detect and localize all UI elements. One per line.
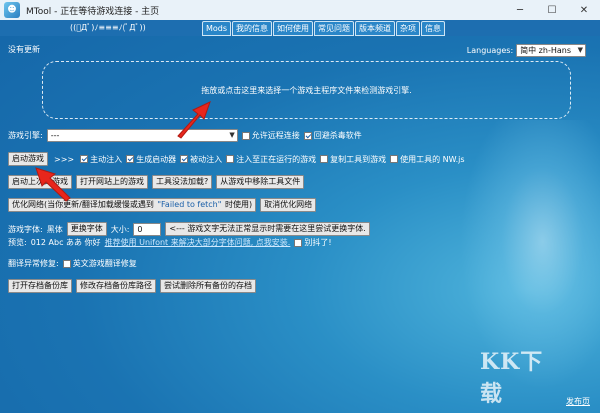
watermark-logo: KK下载 xyxy=(480,349,544,407)
repair-row: 翻译异常修复: 英文游戏翻译修复 xyxy=(8,258,137,269)
minimize-icon[interactable]: ─ xyxy=(504,0,536,20)
game-file-dropzone[interactable]: 拖放或点击这里来选择一个游戏主程序文件来检测游戏引擎. xyxy=(42,61,571,119)
preview-row: 预览: 012 Abc ああ 你好 推荐使用 Unifont 来解决大部分字体问… xyxy=(8,237,332,248)
preview-sample: 012 Abc ああ 你好 xyxy=(30,238,101,247)
generate-launcher-label: 生成启动器 xyxy=(136,154,177,164)
optimize-prefix: 优化网络(当你更新/翻译加载缓慢或遇到 xyxy=(12,200,154,209)
kaomoji-banner: ((ﾟДﾟ)ﾉ≡≡≡ﾉ(ﾟДﾟ)) xyxy=(70,23,146,32)
avoid-antivirus-checkbox[interactable]: 回避杀毒软件 xyxy=(303,130,362,141)
open-backup-button[interactable]: 打开存档备份库 xyxy=(8,279,72,293)
update-status: 没有更新 xyxy=(8,45,40,54)
stop-shaking-label: 别抖了! xyxy=(304,238,332,247)
font-label: 游戏字体: xyxy=(8,224,43,234)
active-inject-label: 主动注入 xyxy=(90,154,123,164)
checkbox-box[interactable] xyxy=(80,155,89,163)
tab-info[interactable]: 信息 xyxy=(421,21,446,36)
english-repair-checkbox[interactable]: 英文游戏翻译修复 xyxy=(62,258,137,269)
tab-mods[interactable]: Mods xyxy=(202,21,232,36)
language-picker: Languages: 简中 zh-Hans ▼ xyxy=(467,44,586,57)
tab-bar: ((ﾟДﾟ)ﾉ≡≡≡ﾉ(ﾟДﾟ)) Mods 我的信息 如何使用 常见问题 版本… xyxy=(0,20,600,36)
optimize-row: 优化网络(当你更新/翻译加载缓慢或遇到 "Failed to fetch" 时使… xyxy=(8,198,317,212)
font-hint: <--- 游戏文字无法正常显示时需要在这里尝试更换字体. xyxy=(165,222,370,236)
checkbox-box[interactable] xyxy=(226,155,235,163)
remove-tool-button[interactable]: 从游戏中移除工具文件 xyxy=(216,175,305,189)
checkbox-box[interactable] xyxy=(294,238,303,247)
close-icon[interactable]: ✕ xyxy=(568,0,600,20)
checkbox-box[interactable] xyxy=(390,155,399,163)
cancel-optimize-button[interactable]: 取消优化网络 xyxy=(260,198,317,212)
checkbox-box[interactable] xyxy=(62,259,71,268)
font-name: 黑体 xyxy=(46,224,63,234)
checkbox-box[interactable] xyxy=(241,131,250,140)
delete-backups-button[interactable]: 尝试删除所有备份的存档 xyxy=(160,279,256,293)
generate-launcher-checkbox[interactable]: 生成启动器 xyxy=(126,154,176,165)
inject-running-label: 注入至正在运行的游戏 xyxy=(236,154,317,164)
passive-inject-checkbox[interactable]: 被动注入 xyxy=(180,154,222,165)
action-row: 启动上次的游戏 打开网站上的游戏 工具没法加载? 从游戏中移除工具文件 xyxy=(8,175,305,189)
launch-arrows: >>> xyxy=(54,154,75,164)
avoid-antivirus-label: 回避杀毒软件 xyxy=(313,131,362,140)
window-title: MTool - 正在等待游戏连接 - 主页 xyxy=(26,6,160,17)
font-size-input[interactable]: 0 xyxy=(133,222,162,236)
tool-not-loaded-button[interactable]: 工具没法加载? xyxy=(152,175,213,189)
open-site-game-button[interactable]: 打开网站上的游戏 xyxy=(76,175,148,189)
unifont-install-link[interactable]: 推荐使用 Unifont 来解决大部分字体问题, 点我安装. xyxy=(105,237,291,248)
checkbox-box[interactable] xyxy=(180,155,189,163)
repair-label: 翻译异常修复: xyxy=(8,259,59,268)
english-repair-label: 英文游戏翻译修复 xyxy=(72,259,137,268)
launch-game-button[interactable]: 启动游戏 xyxy=(8,152,48,166)
launch-row: 启动游戏 >>> 主动注入 生成启动器 被动注入 注入至正在运行的游戏 复制工具… xyxy=(8,152,465,166)
use-nwjs-checkbox[interactable]: 使用工具的 NW.js xyxy=(390,154,465,165)
modify-backup-path-button[interactable]: 修改存档备份库路径 xyxy=(76,279,156,293)
font-size-label: 大小: xyxy=(110,224,130,234)
optimize-suffix: 时使用) xyxy=(224,200,253,209)
chevron-down-icon: ▼ xyxy=(577,46,583,54)
preview-label: 预览: xyxy=(8,238,27,247)
release-page-link[interactable]: 发布页 xyxy=(566,396,590,407)
copy-tool-label: 复制工具到游戏 xyxy=(330,154,387,164)
language-label: Languages: xyxy=(466,46,514,55)
nav-tabs: Mods 我的信息 如何使用 常见问题 版本频道 杂项 信息 xyxy=(202,21,446,36)
language-select[interactable]: 简中 zh-Hans ▼ xyxy=(516,44,586,57)
font-row: 游戏字体: 黑体 更换字体 大小: 0 <--- 游戏文字无法正常显示时需要在这… xyxy=(8,222,370,236)
backup-row: 打开存档备份库 修改存档备份库路径 尝试删除所有备份的存档 xyxy=(8,279,256,293)
optimize-network-button[interactable]: 优化网络(当你更新/翻译加载缓慢或遇到 "Failed to fetch" 时使… xyxy=(8,198,257,212)
tab-faq[interactable]: 常见问题 xyxy=(314,21,355,36)
maximize-icon[interactable]: ☐ xyxy=(536,0,568,20)
allow-remote-label: 允许远程连接 xyxy=(251,131,300,140)
app-icon: ☻ xyxy=(4,2,20,18)
tab-how-to-use[interactable]: 如何使用 xyxy=(273,21,314,36)
checkbox-box[interactable] xyxy=(320,155,329,163)
passive-inject-label: 被动注入 xyxy=(190,154,223,164)
change-font-button[interactable]: 更换字体 xyxy=(66,222,107,236)
chevron-down-icon: ▼ xyxy=(229,131,235,139)
checkbox-box[interactable] xyxy=(303,131,312,140)
window-controls: ─ ☐ ✕ xyxy=(504,0,600,20)
active-inject-checkbox[interactable]: 主动注入 xyxy=(80,154,122,165)
language-value: 简中 zh-Hans xyxy=(520,46,571,55)
copy-tool-checkbox[interactable]: 复制工具到游戏 xyxy=(320,154,386,165)
dropzone-text: 拖放或点击这里来选择一个游戏主程序文件来检测游戏引擎. xyxy=(201,85,412,95)
tab-my-info[interactable]: 我的信息 xyxy=(232,21,273,36)
engine-value: --- xyxy=(50,131,60,140)
launch-last-button[interactable]: 启动上次的游戏 xyxy=(8,175,72,189)
allow-remote-checkbox[interactable]: 允许远程连接 xyxy=(241,130,300,141)
tab-version-channel[interactable]: 版本频道 xyxy=(355,21,396,36)
engine-row: 游戏引擎: --- ▼ 允许远程连接 回避杀毒软件 xyxy=(8,129,362,142)
checkbox-box[interactable] xyxy=(126,155,135,163)
window-titlebar: ☻ MTool - 正在等待游戏连接 - 主页 ─ ☐ ✕ xyxy=(0,0,600,20)
inject-running-checkbox[interactable]: 注入至正在运行的游戏 xyxy=(226,154,316,165)
engine-select[interactable]: --- ▼ xyxy=(46,129,238,142)
optimize-error-text: "Failed to fetch" xyxy=(157,200,222,209)
engine-label: 游戏引擎: xyxy=(8,131,43,140)
use-nwjs-label: 使用工具的 NW.js xyxy=(400,154,465,164)
tab-misc[interactable]: 杂项 xyxy=(396,21,421,36)
stop-shaking-checkbox[interactable]: 别抖了! xyxy=(294,237,332,248)
